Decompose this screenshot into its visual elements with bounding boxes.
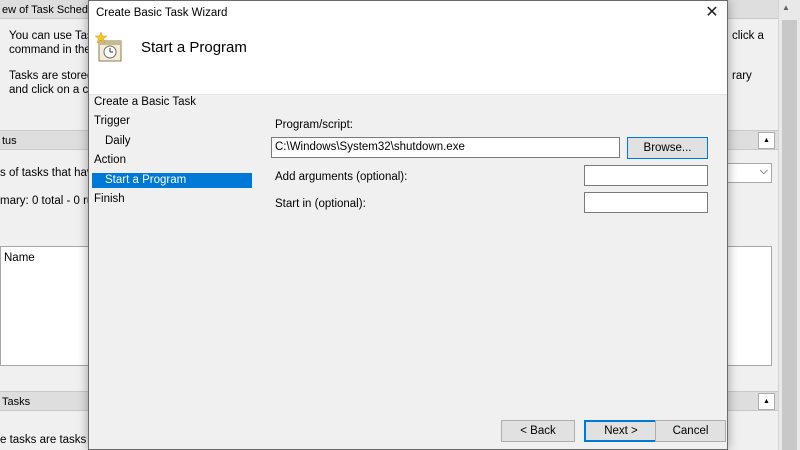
wizard-title: Create Basic Task Wizard	[96, 7, 228, 19]
vertical-scrollbar[interactable]: ▲	[778, 0, 800, 450]
program-script-label: Program/script:	[275, 119, 353, 131]
create-basic-task-wizard: Create Basic Task Wizard ✕ Start a Progr…	[88, 0, 728, 450]
task-clock-icon	[95, 32, 122, 62]
nav-step-trigger: Trigger	[94, 115, 130, 127]
nav-step-start-a-program: Start a Program	[105, 174, 187, 186]
nav-step-create-basic-task: Create a Basic Task	[94, 96, 197, 108]
collapse-up-icon[interactable]: ▲	[758, 132, 775, 149]
nav-step-action: Action	[94, 154, 126, 166]
active-tasks-text: e tasks are tasks th	[0, 434, 100, 446]
overview-section-title: ew of Task Schedul	[2, 4, 97, 16]
cancel-button[interactable]: Cancel	[655, 420, 726, 442]
status-summary-text: mary: 0 total - 0 run	[0, 195, 100, 207]
program-script-value: C:\Windows\System32\shutdown.exe	[275, 141, 465, 153]
back-button[interactable]: < Back	[501, 420, 575, 442]
overview-text: command in the	[9, 44, 91, 56]
nav-step-daily: Daily	[105, 135, 131, 147]
status-text: s of tasks that have	[0, 167, 100, 179]
next-button[interactable]: Next >	[584, 420, 658, 442]
nav-step-finish: Finish	[94, 193, 125, 205]
chevron-down-icon: ⌵	[759, 165, 768, 177]
browse-button[interactable]: Browse...	[627, 137, 708, 159]
active-tasks-section-title: Tasks	[2, 396, 31, 408]
overview-text: click a	[732, 30, 764, 42]
overview-text: You can use Task	[9, 30, 99, 42]
close-icon[interactable]: ✕	[699, 2, 725, 26]
overview-text: and click on a co	[9, 84, 95, 96]
wizard-header: Start a Program	[89, 28, 727, 95]
overview-text: rary	[732, 70, 752, 82]
scroll-up-arrow-icon[interactable]: ▲	[782, 3, 790, 12]
overview-text: Tasks are stored i	[9, 70, 100, 82]
status-section-title: tus	[2, 135, 17, 147]
collapse-up-icon[interactable]: ▲	[758, 393, 775, 410]
start-in-input[interactable]	[584, 192, 708, 213]
start-in-label: Start in (optional):	[275, 198, 366, 210]
wizard-titlebar[interactable]: Create Basic Task Wizard ✕	[89, 1, 727, 28]
program-script-input[interactable]: C:\Windows\System32\shutdown.exe	[271, 137, 620, 158]
add-arguments-label: Add arguments (optional):	[275, 171, 408, 183]
add-arguments-input[interactable]	[584, 165, 708, 186]
scrollbar-thumb[interactable]	[782, 20, 797, 450]
page-title: Start a Program	[141, 39, 247, 56]
table-column-header-name[interactable]: Name	[4, 252, 35, 264]
